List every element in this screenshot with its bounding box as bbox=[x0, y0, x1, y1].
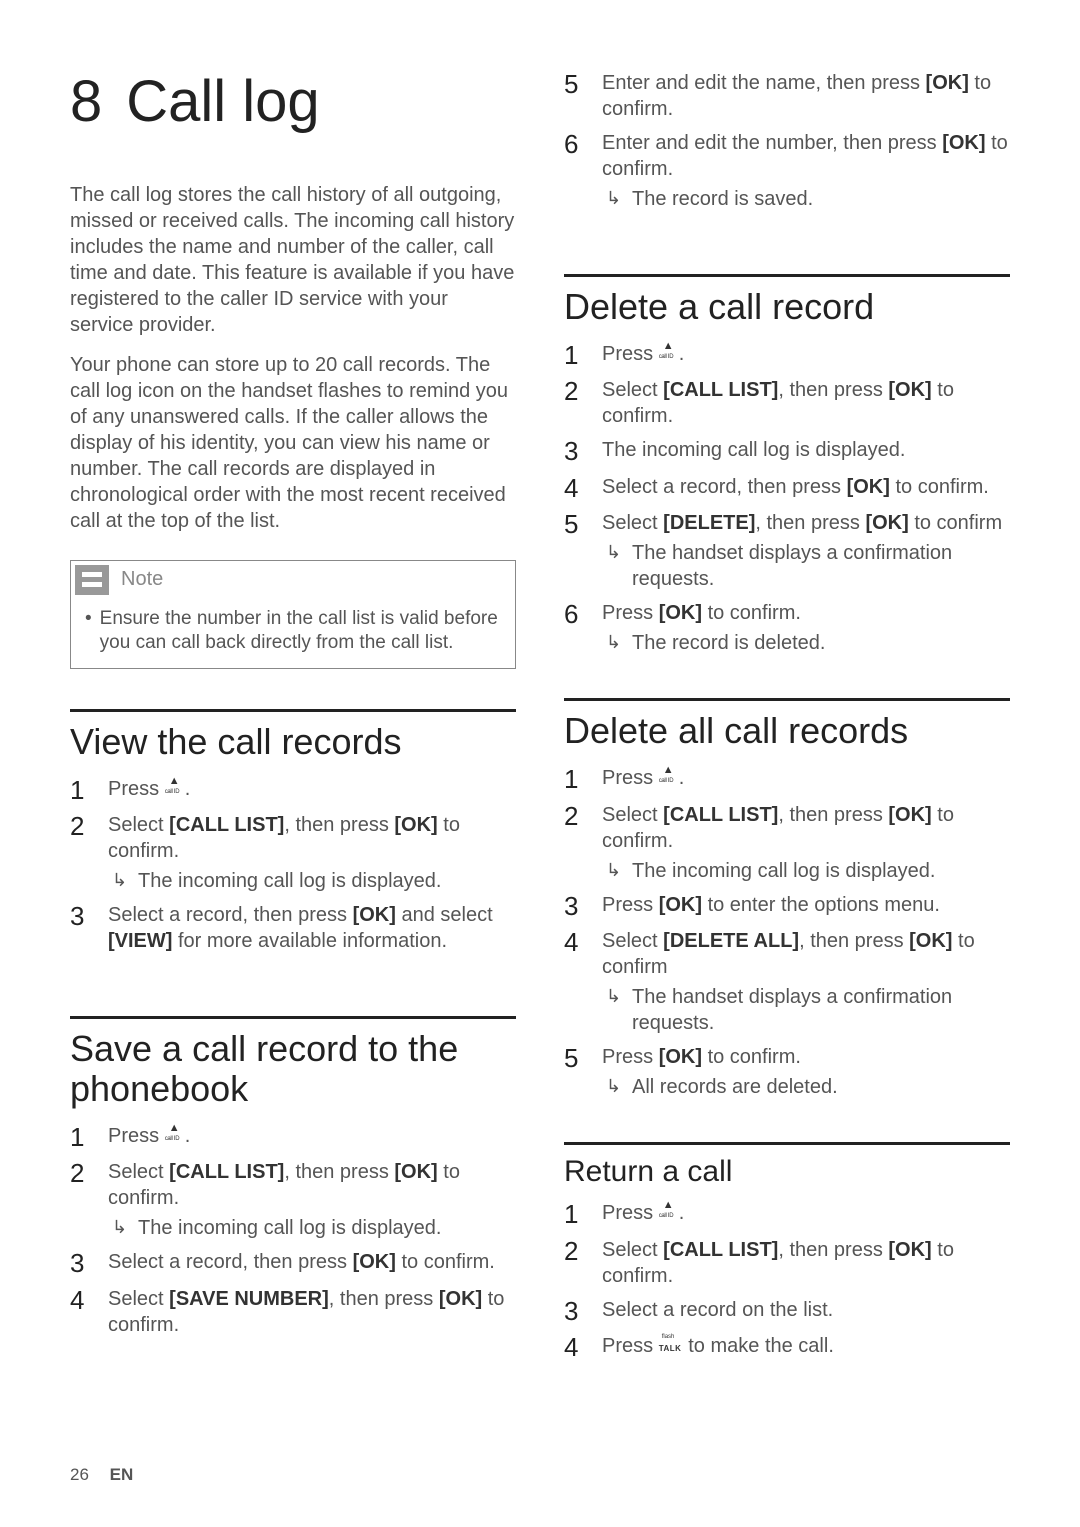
section-save-title: Save a call record to the phonebook bbox=[70, 1029, 516, 1108]
step: 3 Select a record on the list. bbox=[564, 1297, 1010, 1326]
step: 1 Press . bbox=[70, 1123, 516, 1152]
steps-delete-all: 1 Press . 2 Select [CALL LIST], then pre… bbox=[564, 765, 1010, 1100]
call-id-up-icon bbox=[165, 1128, 185, 1142]
steps-view: 1 Press . 2 Select [CALL LIST], then pre… bbox=[70, 776, 516, 955]
step: 3 Press [OK] to enter the options menu. bbox=[564, 892, 1010, 921]
section-delete-title: Delete a call record bbox=[564, 287, 1010, 327]
note-label: Note bbox=[121, 568, 163, 591]
call-id-up-icon bbox=[659, 1205, 679, 1219]
note-icon bbox=[75, 565, 109, 595]
result-arrow-icon: ↳ bbox=[606, 630, 622, 656]
step: 5 Select [DELETE], then press [OK] to co… bbox=[564, 510, 1010, 592]
call-id-up-icon bbox=[659, 770, 679, 784]
step: 4 Press to make the call. bbox=[564, 1333, 1010, 1362]
chapter-title: 8 Call log bbox=[70, 70, 516, 134]
steps-return: 1 Press . 2 Select [CALL LIST], then pre… bbox=[564, 1200, 1010, 1362]
chapter-name: Call log bbox=[126, 69, 319, 134]
section-rule bbox=[564, 274, 1010, 277]
note-box: Note Ensure the number in the call list … bbox=[70, 560, 516, 670]
section-rule bbox=[564, 698, 1010, 701]
steps-save: 1 Press . 2 Select [CALL LIST], then pre… bbox=[70, 1123, 516, 1338]
result-arrow-icon: ↳ bbox=[112, 868, 128, 894]
result-arrow-icon: ↳ bbox=[606, 540, 622, 592]
step: 2 Select [CALL LIST], then press [OK] to… bbox=[564, 377, 1010, 429]
result-arrow-icon: ↳ bbox=[606, 186, 622, 212]
page-number: 26 bbox=[70, 1465, 89, 1484]
intro-paragraph-1: The call log stores the call history of … bbox=[70, 182, 516, 338]
step: 1 Press . bbox=[564, 765, 1010, 794]
step: 6 Press [OK] to confirm. ↳The record is … bbox=[564, 600, 1010, 656]
section-view-title: View the call records bbox=[70, 722, 516, 762]
step: 4 Select a record, then press [OK] to co… bbox=[564, 474, 1010, 503]
call-id-up-icon bbox=[659, 346, 679, 360]
step: 2 Select [CALL LIST], then press [OK] to… bbox=[70, 1159, 516, 1241]
section-return-title: Return a call bbox=[564, 1155, 1010, 1188]
chapter-number: 8 bbox=[70, 70, 102, 134]
step: 5 Enter and edit the name, then press [O… bbox=[564, 70, 1010, 122]
step: 3 Select a record, then press [OK] and s… bbox=[70, 902, 516, 954]
section-delete-all-title: Delete all call records bbox=[564, 711, 1010, 751]
step: 2 Select [CALL LIST], then press [OK] to… bbox=[564, 1237, 1010, 1289]
step: 1 Press . bbox=[70, 776, 516, 805]
steps-save-continued: 5 Enter and edit the name, then press [O… bbox=[564, 70, 1010, 212]
steps-delete: 1 Press . 2 Select [CALL LIST], then pre… bbox=[564, 341, 1010, 657]
note-text: Ensure the number in the call list is va… bbox=[100, 607, 501, 655]
step: 3 The incoming call log is displayed. bbox=[564, 437, 1010, 466]
step: 1 Press . bbox=[564, 341, 1010, 370]
step: 2 Select [CALL LIST], then press [OK] to… bbox=[70, 812, 516, 894]
section-rule bbox=[70, 1016, 516, 1019]
step: 4 Select [DELETE ALL], then press [OK] t… bbox=[564, 928, 1010, 1036]
step: 6 Enter and edit the number, then press … bbox=[564, 130, 1010, 212]
step: 5 Press [OK] to confirm. ↳All records ar… bbox=[564, 1044, 1010, 1100]
step: 3 Select a record, then press [OK] to co… bbox=[70, 1249, 516, 1278]
step: 1 Press . bbox=[564, 1200, 1010, 1229]
page-language: EN bbox=[110, 1465, 134, 1484]
page-footer: 26 EN bbox=[70, 1465, 133, 1485]
step: 2 Select [CALL LIST], then press [OK] to… bbox=[564, 802, 1010, 884]
result-arrow-icon: ↳ bbox=[606, 1074, 622, 1100]
section-rule bbox=[70, 709, 516, 712]
result-arrow-icon: ↳ bbox=[606, 984, 622, 1036]
talk-flash-icon bbox=[659, 1338, 683, 1352]
result-arrow-icon: ↳ bbox=[112, 1215, 128, 1241]
intro-paragraph-2: Your phone can store up to 20 call recor… bbox=[70, 352, 516, 534]
step: 4 Select [SAVE NUMBER], then press [OK] … bbox=[70, 1286, 516, 1338]
call-id-up-icon bbox=[165, 781, 185, 795]
result-arrow-icon: ↳ bbox=[606, 858, 622, 884]
section-rule bbox=[564, 1142, 1010, 1145]
